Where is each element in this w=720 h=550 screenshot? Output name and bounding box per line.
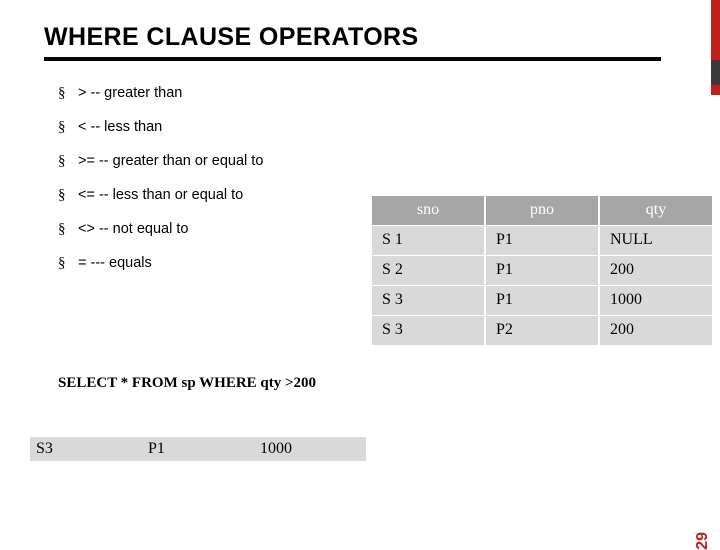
table-row: S 2 P1 200 [372,256,712,285]
title-underline-rule [44,57,661,61]
edge-accent-bar-red-bottom [711,85,720,95]
list-item-label: >= -- greater than or equal to [78,153,264,169]
cell-sno: S 3 [372,316,484,345]
list-item: § >= -- greater than or equal to [58,153,398,187]
page-title: WHERE CLAUSE OPERATORS [44,23,419,51]
list-item-label: = --- equals [78,255,152,271]
edge-accent-bar-red-top [711,0,720,60]
result-cell-sno: S3 [30,437,142,461]
sql-query-text: SELECT * FROM sp WHERE qty >200 [58,375,317,391]
cell-pno: P2 [486,316,598,345]
column-header-qty: qty [600,196,712,225]
result-cell-qty: 1000 [254,437,366,461]
query-result-row: S3 P1 1000 [30,437,366,461]
list-item: § = --- equals [58,255,398,289]
bullet-marker-icon: § [58,153,66,169]
bullet-marker-icon: § [58,255,66,271]
bullet-marker-icon: § [58,187,66,203]
table-header-row: sno pno qty [372,196,712,225]
cell-qty: 200 [600,256,712,285]
edge-accent-bar-dark [711,60,720,85]
table-row: S 3 P2 200 [372,316,712,345]
sp-table: sno pno qty S 1 P1 NULL S 2 P1 200 S 3 P… [370,195,714,346]
list-item: § <= -- less than or equal to [58,187,398,221]
cell-sno: S 2 [372,256,484,285]
slide: WHERE CLAUSE OPERATORS § > -- greater th… [0,0,720,550]
operator-bullet-list: § > -- greater than § < -- less than § >… [58,85,398,289]
cell-pno: P1 [486,226,598,255]
list-item-label: < -- less than [78,119,163,135]
cell-qty: NULL [600,226,712,255]
bullet-marker-icon: § [58,119,66,135]
column-header-sno: sno [372,196,484,225]
bullet-marker-icon: § [58,85,66,101]
list-item: § > -- greater than [58,85,398,119]
cell-pno: P1 [486,286,598,315]
list-item: § <> -- not equal to [58,221,398,255]
page-number: 29 [694,532,711,550]
list-item-label: <= -- less than or equal to [78,187,244,203]
list-item: § < -- less than [58,119,398,153]
table-row: S 3 P1 1000 [372,286,712,315]
list-item-label: > -- greater than [78,85,183,101]
cell-qty: 1000 [600,286,712,315]
column-header-pno: pno [486,196,598,225]
result-cell-pno: P1 [142,437,254,461]
bullet-marker-icon: § [58,221,66,237]
cell-pno: P1 [486,256,598,285]
cell-qty: 200 [600,316,712,345]
cell-sno: S 1 [372,226,484,255]
list-item-label: <> -- not equal to [78,221,189,237]
cell-sno: S 3 [372,286,484,315]
table-row: S 1 P1 NULL [372,226,712,255]
